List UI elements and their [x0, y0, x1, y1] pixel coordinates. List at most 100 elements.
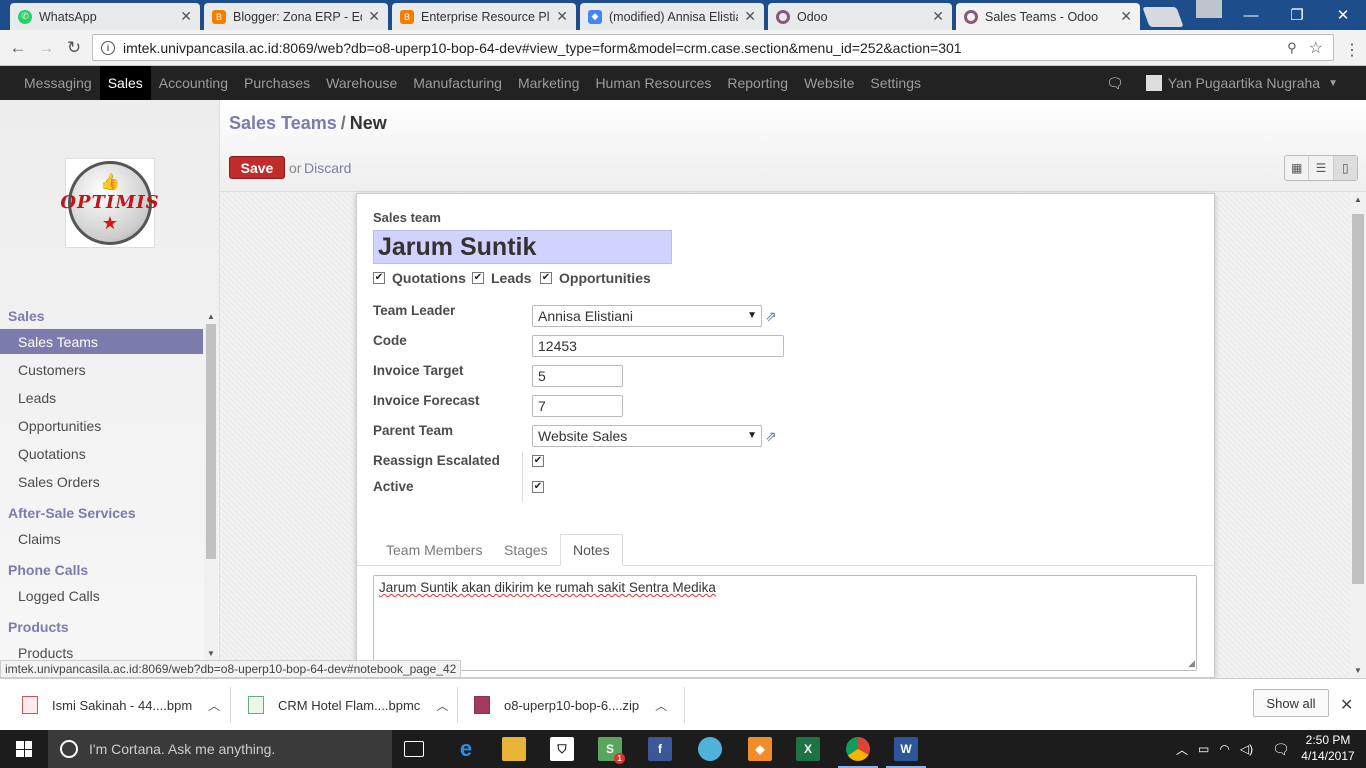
parent-team-select[interactable]: Website Sales ▼	[532, 425, 762, 447]
nav-reporting[interactable]: Reporting	[719, 66, 796, 100]
reload-icon[interactable]: ↻	[64, 38, 84, 58]
external-link-icon[interactable]: ⇗	[765, 308, 783, 324]
chrome-menu-icon[interactable]: ⋮	[1344, 40, 1360, 60]
box-app-icon[interactable]: ◆	[748, 737, 772, 761]
info-icon[interactable]: i	[101, 40, 115, 55]
resize-handle-icon[interactable]: ◢	[1188, 658, 1195, 669]
battery-icon[interactable]: ▭	[1198, 742, 1209, 756]
sidebar-scrollbar[interactable]: ▲ ▼	[204, 310, 218, 660]
sidebar-item-opportunities[interactable]: Opportunities	[0, 413, 203, 438]
bookmark-star-icon[interactable]: ☆	[1309, 38, 1323, 58]
close-icon[interactable]: ✕	[368, 8, 380, 25]
facebook-icon[interactable]: f	[648, 737, 672, 761]
app-icon[interactable]	[698, 737, 722, 761]
invoice-target-input[interactable]: 5	[532, 365, 623, 387]
sidebar-item-leads[interactable]: Leads	[0, 385, 203, 410]
nav-purchases[interactable]: Purchases	[236, 66, 318, 100]
scrollbar-thumb[interactable]	[1352, 214, 1364, 584]
external-link-icon[interactable]: ⇗	[765, 428, 783, 444]
browser-tab-sales-teams[interactable]: Sales Teams - Odoo ✕	[956, 3, 1140, 30]
close-icon[interactable]: ✕	[744, 8, 756, 25]
breadcrumb-sales-teams[interactable]: Sales Teams	[229, 113, 337, 133]
nav-messaging[interactable]: Messaging	[16, 66, 100, 100]
browser-tab-odoo[interactable]: Odoo ✕	[768, 3, 952, 30]
new-tab-button[interactable]	[1142, 7, 1184, 27]
scroll-up-icon[interactable]: ▲	[207, 312, 215, 321]
close-icon[interactable]: ✕	[556, 8, 568, 25]
invoice-forecast-input[interactable]: 7	[532, 395, 623, 417]
sidebar-item-logged-calls[interactable]: Logged Calls	[0, 583, 203, 608]
discard-button[interactable]: Discard	[304, 160, 351, 176]
volume-icon[interactable]: ◁)	[1240, 742, 1253, 756]
close-icon[interactable]: ✕	[932, 8, 944, 25]
quotations-checkbox[interactable]: ✔	[373, 272, 385, 284]
notes-textarea[interactable]: Jarum Suntik akan dikirim ke rumah sakit…	[373, 575, 1197, 671]
tab-stages[interactable]: Stages	[492, 534, 560, 566]
close-icon[interactable]: ✕	[1340, 695, 1353, 715]
chevron-up-icon[interactable]: ︿	[436, 697, 448, 714]
form-view-icon[interactable]: ▯	[1333, 156, 1357, 180]
list-view-icon[interactable]: ☰	[1309, 156, 1334, 180]
nav-warehouse[interactable]: Warehouse	[318, 66, 405, 100]
close-icon[interactable]: ✕	[180, 8, 192, 25]
tab-notes[interactable]: Notes	[560, 534, 623, 566]
sidebar-item-quotations[interactable]: Quotations	[0, 441, 203, 466]
sidebar-item-claims[interactable]: Claims	[0, 526, 203, 551]
close-icon[interactable]: ✕	[1120, 8, 1132, 25]
dropdown-arrow-icon[interactable]: ▼	[747, 430, 757, 441]
store-icon[interactable]: ⛉	[550, 737, 574, 761]
show-all-button[interactable]: Show all	[1253, 689, 1329, 717]
nav-sales[interactable]: Sales	[99, 66, 151, 100]
browser-tab-whatsapp[interactable]: ✆ WhatsApp ✕	[10, 3, 200, 30]
dropdown-arrow-icon[interactable]: ▼	[747, 310, 757, 321]
browser-tab-blogger[interactable]: B Blogger: Zona ERP - Edi ✕	[204, 3, 388, 30]
nav-accounting[interactable]: Accounting	[151, 66, 236, 100]
forward-icon[interactable]: →	[36, 38, 56, 58]
opportunities-checkbox[interactable]: ✔	[540, 272, 552, 284]
download-item[interactable]: CRM Hotel Flam....bpmc ︿	[248, 679, 448, 731]
restore-icon[interactable]: ❐	[1274, 0, 1320, 30]
chrome-icon[interactable]	[838, 737, 878, 768]
scroll-down-icon[interactable]: ▼	[207, 649, 215, 658]
start-button[interactable]	[0, 730, 48, 768]
sway-icon[interactable]: S1	[598, 737, 625, 764]
action-center-icon[interactable]: 🗨	[1272, 730, 1290, 768]
key-icon[interactable]: ⚲	[1287, 40, 1297, 56]
sidebar-item-sales-teams[interactable]: Sales Teams	[0, 329, 203, 354]
browser-tab-drive[interactable]: ◆ (modified) Annisa Elistia ✕	[580, 3, 764, 30]
chevron-up-icon[interactable]: ︿	[208, 697, 220, 714]
nav-manufacturing[interactable]: Manufacturing	[405, 66, 510, 100]
chevron-down-icon[interactable]: ▼	[1328, 78, 1338, 89]
chevron-up-icon[interactable]: ︿	[1176, 741, 1188, 758]
nav-human-resources[interactable]: Human Resources	[587, 66, 719, 100]
taskbar-clock[interactable]: 2:50 PM 4/14/2017	[1296, 732, 1360, 764]
scroll-down-icon[interactable]: ▼	[1354, 666, 1362, 675]
save-button[interactable]: Save	[229, 156, 285, 179]
sidebar-item-customers[interactable]: Customers	[0, 357, 203, 382]
nav-website[interactable]: Website	[796, 66, 862, 100]
chevron-up-icon[interactable]: ︿	[655, 697, 667, 714]
company-logo[interactable]: 👍 OPTIMIS ★	[60, 158, 159, 248]
kanban-view-icon[interactable]: ▦	[1285, 156, 1310, 180]
edge-icon[interactable]: e	[454, 736, 478, 761]
profile-icon[interactable]	[1196, 0, 1222, 18]
minimize-icon[interactable]: —	[1228, 0, 1274, 30]
tab-team-members[interactable]: Team Members	[374, 534, 494, 566]
scroll-up-icon[interactable]: ▲	[1354, 195, 1362, 204]
leads-checkbox[interactable]: ✔	[472, 272, 484, 284]
scrollbar-thumb[interactable]	[206, 324, 216, 559]
back-icon[interactable]: ←	[8, 38, 28, 58]
download-item[interactable]: Ismi Sakinah - 44....bpm ︿	[22, 679, 220, 731]
user-name[interactable]: Yan Pugaartika Nugraha	[1168, 75, 1320, 91]
nav-marketing[interactable]: Marketing	[510, 66, 587, 100]
chat-icon[interactable]: 🗨	[1106, 75, 1124, 92]
close-window-icon[interactable]: ✕	[1320, 0, 1366, 30]
wifi-icon[interactable]: ◠	[1219, 742, 1229, 756]
team-leader-select[interactable]: Annisa Elistiani ▼	[532, 305, 762, 327]
main-scrollbar[interactable]: ▲ ▼	[1350, 192, 1366, 678]
cortana-search[interactable]: I'm Cortana. Ask me anything.	[48, 730, 392, 768]
reassign-escalated-checkbox[interactable]: ✔	[532, 455, 544, 467]
code-input[interactable]: 12453	[532, 335, 784, 357]
task-view-icon[interactable]	[404, 741, 424, 757]
nav-settings[interactable]: Settings	[862, 66, 929, 100]
